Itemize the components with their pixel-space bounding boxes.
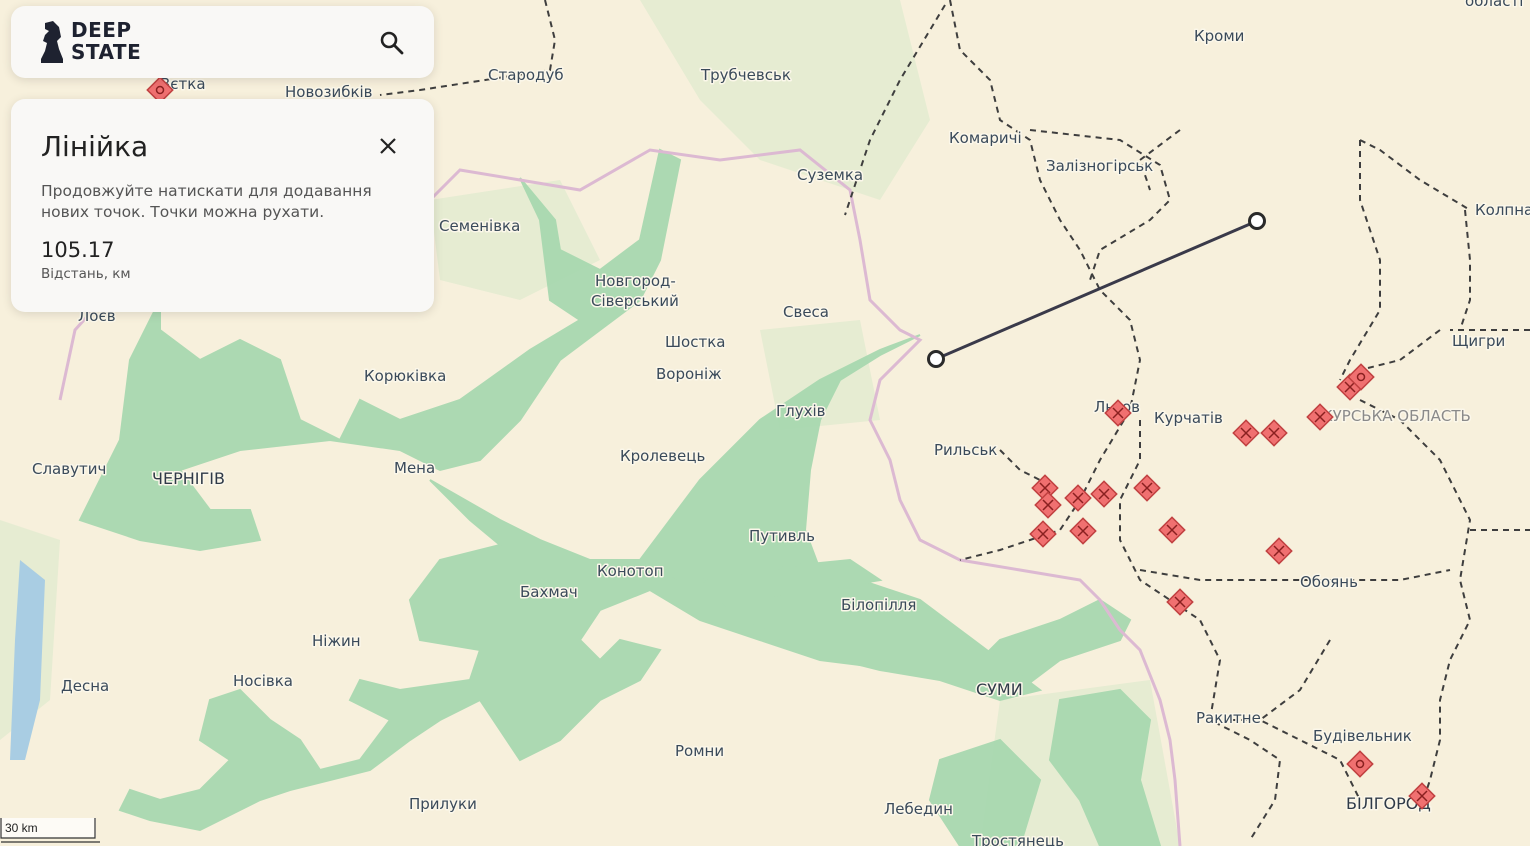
city-label: Лебедин <box>884 800 953 818</box>
city-label: Кролевець <box>620 447 705 465</box>
city-label: Бахмач <box>520 583 578 601</box>
city-label: Курчатів <box>1154 409 1223 427</box>
search-icon <box>380 31 404 55</box>
distance-label: Відстань, км <box>41 266 131 282</box>
city-label: Стародуб <box>488 66 564 84</box>
close-button[interactable] <box>378 136 398 156</box>
ruler-panel: Лінійка Продовжуйте натискати для додава… <box>11 99 434 312</box>
city-label: області <box>1465 0 1523 10</box>
scale-label: 30 km <box>5 821 38 835</box>
city-label: Новгород- <box>595 272 676 290</box>
city-label: Ніжин <box>312 632 361 650</box>
city-label: Семенівка <box>439 217 520 235</box>
ruler-point-end[interactable] <box>1248 212 1266 230</box>
city-label: ЧЕРНІГІВ <box>152 469 225 488</box>
city-label: Сіверський <box>591 292 679 310</box>
city-label: Шостка <box>665 333 725 351</box>
city-label: СУМИ <box>976 680 1023 699</box>
city-label: Носівка <box>233 672 293 690</box>
city-label: Мена <box>394 459 435 477</box>
ruler-description: Продовжуйте натискати для додавання нови… <box>41 182 372 221</box>
city-label: Десна <box>61 677 109 695</box>
city-label: Вороніж <box>656 365 722 383</box>
city-label: Щигри <box>1452 332 1505 350</box>
city-label: Трубчевськ <box>700 66 791 84</box>
city-label: Славутич <box>32 460 106 478</box>
city-label: Корюківка <box>364 367 446 385</box>
logo-line-2: STATE <box>71 40 142 64</box>
close-icon <box>380 138 396 154</box>
city-label: Будівельник <box>1313 727 1412 745</box>
ruler-title: Лінійка <box>41 130 149 163</box>
city-label: Кроми <box>1194 27 1244 45</box>
city-label: Рильськ <box>934 441 997 459</box>
city-label: Тростянець <box>971 832 1064 846</box>
distance-value: 105.17 <box>41 238 115 262</box>
logo-line-1: DEEP <box>71 18 132 42</box>
city-label: Білопілля <box>841 596 916 614</box>
city-label: Прилуки <box>409 795 477 813</box>
city-label: Ромни <box>675 742 724 760</box>
city-label: Ракитне <box>1196 709 1261 727</box>
city-label: Глухів <box>776 402 826 420</box>
city-label: Колпна <box>1475 201 1530 219</box>
city-label: Путивль <box>749 527 815 545</box>
header-card: DEEP STATE <box>11 6 434 78</box>
city-label: Обоянь <box>1300 573 1358 591</box>
city-label: Конотоп <box>597 562 664 580</box>
city-label: КУРСЬКА ОБЛАСТЬ <box>1322 407 1471 425</box>
city-label: Комаричі <box>949 129 1022 147</box>
scale-bar: 30 km <box>0 818 100 846</box>
city-label: Свеса <box>783 303 829 321</box>
ruler-point-start[interactable] <box>927 350 945 368</box>
search-button[interactable] <box>379 30 405 56</box>
city-label: Суземка <box>797 166 863 184</box>
city-label: Залізногірськ <box>1046 157 1153 175</box>
knight-logo-icon[interactable] <box>39 19 65 65</box>
logo-wordmark[interactable]: DEEP STATE <box>71 19 141 63</box>
